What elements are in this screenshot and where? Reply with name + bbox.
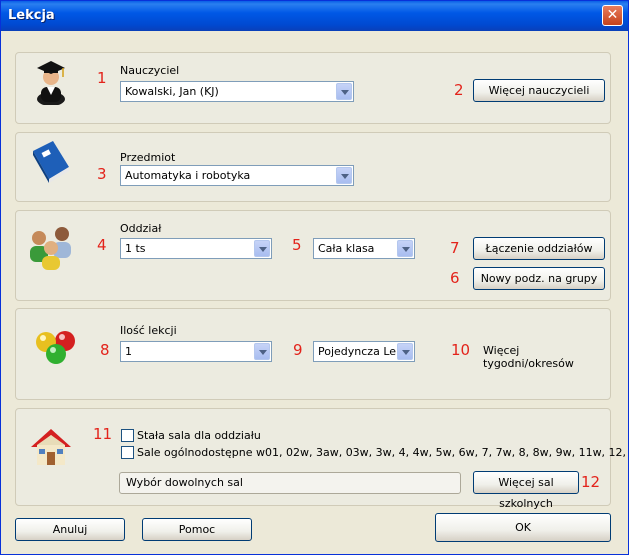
marker-3: 3 [97, 165, 107, 183]
merge-classes-button[interactable]: Łączenie oddziałów [473, 237, 605, 260]
balls-icon [36, 331, 75, 364]
new-group-split-button[interactable]: Nowy podz. na grupy [473, 267, 605, 290]
lesson-type-value: Pojedyncza Lekc [318, 345, 398, 358]
more-rooms-button[interactable]: Więcej sal szkolnych [473, 471, 579, 510]
class-value: 1 ts [125, 242, 146, 255]
class-select[interactable]: 1 ts [120, 238, 272, 259]
marker-11: 11 [93, 425, 113, 443]
marker-4: 4 [97, 236, 107, 254]
subject-select[interactable]: Automatyka i robotyka [120, 165, 354, 186]
cancel-button[interactable]: Anuluj [15, 518, 125, 541]
marker-2: 2 [454, 81, 464, 99]
chevron-down-icon[interactable] [397, 240, 413, 257]
book-icon [33, 141, 69, 183]
marker-7: 7 [450, 239, 460, 257]
chevron-down-icon[interactable] [336, 83, 352, 100]
close-button[interactable]: ✕ [602, 5, 623, 26]
general-rooms-label: Sale ogólnodostępne w01, 02w, 3aw, 03w, … [137, 446, 629, 459]
marker-8: 8 [100, 341, 110, 359]
subject-label: Przedmiot [120, 151, 176, 164]
help-button[interactable]: Pomoc [142, 518, 252, 541]
subject-value: Automatyka i robotyka [125, 169, 251, 182]
group-value: Cała klasa [318, 242, 375, 255]
house-icon [31, 429, 71, 465]
lessons-count-label: Ilość lekcji [120, 324, 177, 337]
chevron-down-icon[interactable] [336, 167, 352, 184]
lessons-count-value: 1 [125, 345, 132, 358]
more-weeks-link[interactable]: Więcej tygodni/okresów [483, 344, 610, 370]
class-panel: Oddział 4 1 ts 5 Cała klasa 7 Łączenie o… [15, 210, 611, 301]
lessons-panel: Ilość lekcji 8 1 9 Pojedyncza Lekc 10 Wi… [15, 308, 611, 400]
subject-panel: Przedmiot 3 Automatyka i robotyka [15, 132, 611, 202]
choose-rooms-button[interactable]: Wybór dowolnych sal [119, 472, 461, 494]
marker-5: 5 [292, 236, 302, 254]
class-label: Oddział [120, 222, 162, 235]
lessons-count-select[interactable]: 1 [120, 341, 272, 362]
students-icon [30, 227, 71, 270]
teacher-icon [37, 61, 65, 105]
marker-1: 1 [97, 69, 107, 87]
fixed-room-checkbox[interactable] [121, 429, 134, 442]
teacher-select[interactable]: Kowalski, Jan (KJ) [120, 81, 354, 102]
chevron-down-icon[interactable] [254, 343, 270, 360]
window-title: Lekcja [8, 8, 55, 23]
general-rooms-checkbox[interactable] [121, 446, 134, 459]
marker-10: 10 [451, 341, 471, 359]
marker-9: 9 [293, 341, 303, 359]
fixed-room-label: Stała sala dla oddziału [137, 429, 261, 442]
lesson-type-select[interactable]: Pojedyncza Lekc [313, 341, 415, 362]
title-bar[interactable]: Lekcja ✕ [1, 1, 628, 31]
teacher-panel: 1 Nauczyciel Kowalski, Jan (KJ) 2 Więcej… [15, 52, 611, 124]
rooms-panel: 11 Stała sala dla oddziału Sale ogólnodo… [15, 408, 629, 510]
marker-6: 6 [450, 269, 460, 287]
ok-button[interactable]: OK [435, 513, 611, 542]
chevron-down-icon[interactable] [397, 343, 413, 360]
more-teachers-button[interactable]: Więcej nauczycieli [473, 79, 605, 102]
lesson-dialog: Lekcja ✕ 1 Nauczyciel Kowalski, Jan (KJ)… [0, 0, 629, 555]
marker-12: 12 [581, 473, 601, 491]
chevron-down-icon[interactable] [254, 240, 270, 257]
group-select[interactable]: Cała klasa [313, 238, 415, 259]
teacher-value: Kowalski, Jan (KJ) [125, 85, 219, 98]
teacher-label: Nauczyciel [120, 64, 180, 77]
